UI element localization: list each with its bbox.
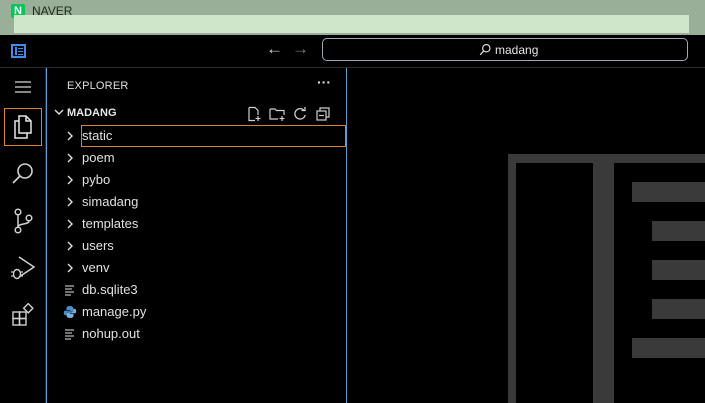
collapse-all-icon[interactable] — [314, 105, 332, 123]
tree-item-folder[interactable]: users — [47, 235, 346, 257]
search-icon — [479, 44, 491, 56]
tree-item-label: templates — [82, 216, 139, 231]
explorer-sidebar: EXPLORER ··· MADANG static poem pybo sim… — [46, 68, 347, 403]
chevron-right-icon — [67, 175, 73, 185]
tree-item-file[interactable]: manage.py — [47, 301, 346, 323]
tree-item-label: manage.py — [82, 304, 147, 319]
tree-item-label: nohup.out — [82, 326, 140, 341]
browser-bar: N NAVER — [0, 0, 705, 35]
hamburger-menu-icon[interactable] — [4, 68, 42, 106]
tree-item-file[interactable]: db.sqlite3 — [47, 279, 346, 301]
lines-file-icon — [65, 285, 74, 296]
more-actions-icon[interactable]: ··· — [317, 74, 331, 90]
tree-item-folder[interactable]: venv — [47, 257, 346, 279]
chevron-right-icon — [67, 197, 73, 207]
command-center-search[interactable]: madang — [322, 38, 688, 61]
vscode-app-icon — [11, 44, 26, 58]
new-file-icon[interactable] — [245, 105, 263, 123]
tree-item-label: db.sqlite3 — [82, 282, 138, 297]
tree-item-label: simadang — [82, 194, 139, 209]
new-folder-icon[interactable] — [268, 105, 286, 123]
workspace-folder-header[interactable]: MADANG — [47, 104, 346, 124]
tree-item-folder[interactable]: templates — [47, 213, 346, 235]
refresh-icon[interactable] — [291, 105, 309, 123]
chevron-right-icon — [67, 241, 73, 251]
tree-item-label: static — [82, 128, 113, 143]
arrow-right-icon[interactable]: → — [292, 39, 309, 59]
tree-item-label: venv — [82, 260, 110, 275]
tree-item-folder[interactable]: poem — [47, 147, 346, 169]
chevron-right-icon — [67, 263, 73, 273]
extensions-icon[interactable] — [4, 296, 42, 334]
run-debug-icon[interactable] — [4, 249, 42, 287]
source-control-icon[interactable] — [4, 202, 42, 240]
chevron-right-icon — [67, 219, 73, 229]
editor-area — [347, 68, 705, 403]
tree-item-folder[interactable]: pybo — [47, 169, 346, 191]
tree-item-folder[interactable]: static — [47, 125, 346, 147]
browser-highlight-strip — [14, 15, 689, 33]
focus-ring — [81, 125, 346, 147]
search-icon[interactable] — [4, 155, 42, 193]
tree-item-label: poem — [82, 150, 115, 165]
tree-item-label: pybo — [82, 172, 111, 187]
explorer-title: EXPLORER — [67, 80, 129, 92]
chevron-right-icon — [67, 153, 73, 163]
chevron-right-icon — [67, 131, 73, 141]
files-icon[interactable] — [4, 108, 42, 146]
tree-item-folder[interactable]: simadang — [47, 191, 346, 213]
tree-item-label: users — [82, 238, 114, 253]
title-bar: ← → madang — [0, 35, 705, 68]
search-text: madang — [495, 43, 539, 57]
arrow-left-icon[interactable]: ← — [266, 39, 283, 59]
activity-bar — [0, 68, 46, 403]
workspace-folder-name: MADANG — [67, 107, 117, 119]
python-icon — [63, 306, 77, 318]
tree-item-file[interactable]: nohup.out — [47, 323, 346, 345]
chevron-down-icon — [54, 109, 64, 115]
lines-file-icon — [65, 329, 74, 340]
